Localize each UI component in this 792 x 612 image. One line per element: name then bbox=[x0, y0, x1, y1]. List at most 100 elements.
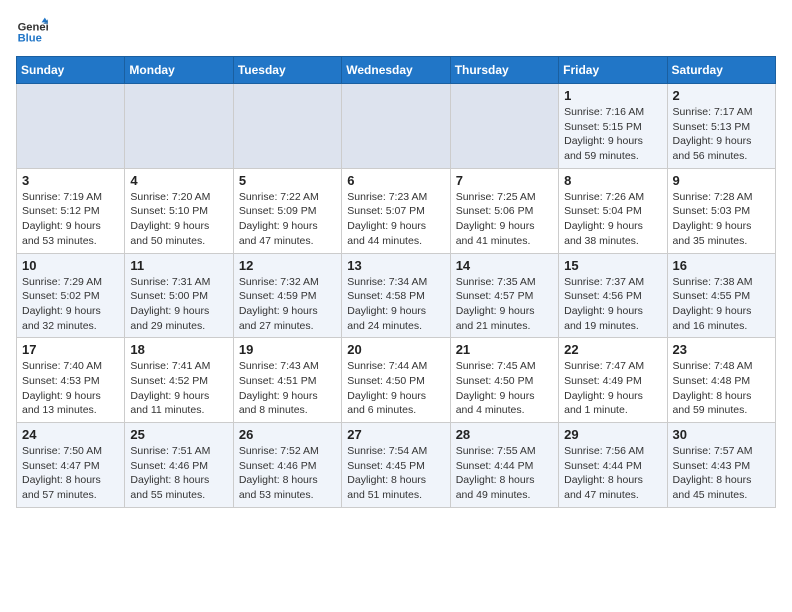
day-number: 11 bbox=[130, 258, 227, 273]
calendar-cell: 2 Sunrise: 7:17 AM Sunset: 5:13 PM Daylig… bbox=[667, 84, 775, 169]
calendar-week-row: 3 Sunrise: 7:19 AM Sunset: 5:12 PM Daylig… bbox=[17, 168, 776, 253]
calendar-cell: 21 Sunrise: 7:45 AM Sunset: 4:50 PM Dayli… bbox=[450, 338, 558, 423]
calendar-cell bbox=[125, 84, 233, 169]
calendar-cell: 5Sunrise: 7:22 AM Sunset: 5:09 PM Daylig… bbox=[233, 168, 341, 253]
day-number: 9 bbox=[673, 173, 770, 188]
calendar-cell: 23 Sunrise: 7:48 AM Sunset: 4:48 PM Dayli… bbox=[667, 338, 775, 423]
day-info: Sunrise: 7:31 AM Sunset: 5:00 PM Dayligh… bbox=[130, 275, 227, 334]
weekday-header: Wednesday bbox=[342, 57, 450, 84]
calendar-cell: 22 Sunrise: 7:47 AM Sunset: 4:49 PM Dayli… bbox=[559, 338, 667, 423]
day-number: 2 bbox=[673, 88, 770, 103]
day-number: 15 bbox=[564, 258, 661, 273]
weekday-header: Thursday bbox=[450, 57, 558, 84]
day-info: Sunrise: 7:22 AM Sunset: 5:09 PM Dayligh… bbox=[239, 190, 336, 249]
day-info: Sunrise: 7:55 AM Sunset: 4:44 PM Dayligh… bbox=[456, 444, 553, 503]
weekday-header: Tuesday bbox=[233, 57, 341, 84]
calendar-cell: 27 Sunrise: 7:54 AM Sunset: 4:45 PM Dayli… bbox=[342, 423, 450, 508]
calendar-cell: 10Sunrise: 7:29 AM Sunset: 5:02 PM Dayli… bbox=[17, 253, 125, 338]
day-info: Sunrise: 7:40 AM Sunset: 4:53 PM Dayligh… bbox=[22, 359, 119, 418]
day-info: Sunrise: 7:44 AM Sunset: 4:50 PM Dayligh… bbox=[347, 359, 444, 418]
day-number: 14 bbox=[456, 258, 553, 273]
logo-icon: General Blue bbox=[16, 16, 48, 48]
calendar-cell: 17 Sunrise: 7:40 AM Sunset: 4:53 PM Dayli… bbox=[17, 338, 125, 423]
day-info: Sunrise: 7:37 AM Sunset: 4:56 PM Dayligh… bbox=[564, 275, 661, 334]
calendar-cell: 9 Sunrise: 7:28 AM Sunset: 5:03 PM Daylig… bbox=[667, 168, 775, 253]
calendar-cell: 19 Sunrise: 7:43 AM Sunset: 4:51 PM Dayli… bbox=[233, 338, 341, 423]
calendar-cell: 1 Sunrise: 7:16 AM Sunset: 5:15 PM Daylig… bbox=[559, 84, 667, 169]
calendar-body: 1 Sunrise: 7:16 AM Sunset: 5:15 PM Daylig… bbox=[17, 84, 776, 508]
calendar-cell: 28 Sunrise: 7:55 AM Sunset: 4:44 PM Dayli… bbox=[450, 423, 558, 508]
day-number: 19 bbox=[239, 342, 336, 357]
calendar-table: SundayMondayTuesdayWednesdayThursdayFrid… bbox=[16, 56, 776, 508]
calendar-cell: 16 Sunrise: 7:38 AM Sunset: 4:55 PM Dayli… bbox=[667, 253, 775, 338]
day-info: Sunrise: 7:57 AM Sunset: 4:43 PM Dayligh… bbox=[673, 444, 770, 503]
day-number: 1 bbox=[564, 88, 661, 103]
day-info: Sunrise: 7:20 AM Sunset: 5:10 PM Dayligh… bbox=[130, 190, 227, 249]
logo: General Blue bbox=[16, 16, 52, 48]
calendar-cell: 11 Sunrise: 7:31 AM Sunset: 5:00 PM Dayli… bbox=[125, 253, 233, 338]
calendar-cell bbox=[17, 84, 125, 169]
calendar-cell: 24 Sunrise: 7:50 AM Sunset: 4:47 PM Dayli… bbox=[17, 423, 125, 508]
calendar-cell bbox=[342, 84, 450, 169]
day-number: 27 bbox=[347, 427, 444, 442]
calendar-week-row: 17 Sunrise: 7:40 AM Sunset: 4:53 PM Dayli… bbox=[17, 338, 776, 423]
calendar-week-row: 1 Sunrise: 7:16 AM Sunset: 5:15 PM Daylig… bbox=[17, 84, 776, 169]
day-number: 4 bbox=[130, 173, 227, 188]
svg-text:General: General bbox=[18, 21, 48, 33]
day-number: 30 bbox=[673, 427, 770, 442]
day-info: Sunrise: 7:56 AM Sunset: 4:44 PM Dayligh… bbox=[564, 444, 661, 503]
calendar-cell: 29Sunrise: 7:56 AM Sunset: 4:44 PM Dayli… bbox=[559, 423, 667, 508]
day-info: Sunrise: 7:47 AM Sunset: 4:49 PM Dayligh… bbox=[564, 359, 661, 418]
day-info: Sunrise: 7:45 AM Sunset: 4:50 PM Dayligh… bbox=[456, 359, 553, 418]
day-info: Sunrise: 7:28 AM Sunset: 5:03 PM Dayligh… bbox=[673, 190, 770, 249]
day-number: 24 bbox=[22, 427, 119, 442]
weekday-header: Saturday bbox=[667, 57, 775, 84]
day-info: Sunrise: 7:19 AM Sunset: 5:12 PM Dayligh… bbox=[22, 190, 119, 249]
day-number: 28 bbox=[456, 427, 553, 442]
day-info: Sunrise: 7:54 AM Sunset: 4:45 PM Dayligh… bbox=[347, 444, 444, 503]
day-info: Sunrise: 7:26 AM Sunset: 5:04 PM Dayligh… bbox=[564, 190, 661, 249]
page-header: General Blue bbox=[16, 16, 776, 48]
calendar-cell: 14Sunrise: 7:35 AM Sunset: 4:57 PM Dayli… bbox=[450, 253, 558, 338]
day-info: Sunrise: 7:38 AM Sunset: 4:55 PM Dayligh… bbox=[673, 275, 770, 334]
calendar-cell: 15 Sunrise: 7:37 AM Sunset: 4:56 PM Dayli… bbox=[559, 253, 667, 338]
calendar-cell: 13Sunrise: 7:34 AM Sunset: 4:58 PM Dayli… bbox=[342, 253, 450, 338]
calendar-week-row: 24 Sunrise: 7:50 AM Sunset: 4:47 PM Dayli… bbox=[17, 423, 776, 508]
calendar-cell: 12Sunrise: 7:32 AM Sunset: 4:59 PM Dayli… bbox=[233, 253, 341, 338]
calendar-cell: 18Sunrise: 7:41 AM Sunset: 4:52 PM Dayli… bbox=[125, 338, 233, 423]
day-number: 18 bbox=[130, 342, 227, 357]
weekday-row: SundayMondayTuesdayWednesdayThursdayFrid… bbox=[17, 57, 776, 84]
day-number: 25 bbox=[130, 427, 227, 442]
calendar-cell bbox=[450, 84, 558, 169]
day-number: 20 bbox=[347, 342, 444, 357]
day-info: Sunrise: 7:16 AM Sunset: 5:15 PM Dayligh… bbox=[564, 105, 661, 164]
day-number: 23 bbox=[673, 342, 770, 357]
day-info: Sunrise: 7:52 AM Sunset: 4:46 PM Dayligh… bbox=[239, 444, 336, 503]
calendar-cell bbox=[233, 84, 341, 169]
day-number: 3 bbox=[22, 173, 119, 188]
weekday-header: Monday bbox=[125, 57, 233, 84]
calendar-cell: 25 Sunrise: 7:51 AM Sunset: 4:46 PM Dayli… bbox=[125, 423, 233, 508]
calendar-cell: 26Sunrise: 7:52 AM Sunset: 4:46 PM Dayli… bbox=[233, 423, 341, 508]
day-number: 16 bbox=[673, 258, 770, 273]
day-number: 22 bbox=[564, 342, 661, 357]
calendar-cell: 6 Sunrise: 7:23 AM Sunset: 5:07 PM Daylig… bbox=[342, 168, 450, 253]
day-info: Sunrise: 7:51 AM Sunset: 4:46 PM Dayligh… bbox=[130, 444, 227, 503]
day-info: Sunrise: 7:50 AM Sunset: 4:47 PM Dayligh… bbox=[22, 444, 119, 503]
day-info: Sunrise: 7:29 AM Sunset: 5:02 PM Dayligh… bbox=[22, 275, 119, 334]
day-number: 17 bbox=[22, 342, 119, 357]
calendar-header: SundayMondayTuesdayWednesdayThursdayFrid… bbox=[17, 57, 776, 84]
day-info: Sunrise: 7:25 AM Sunset: 5:06 PM Dayligh… bbox=[456, 190, 553, 249]
day-info: Sunrise: 7:48 AM Sunset: 4:48 PM Dayligh… bbox=[673, 359, 770, 418]
day-number: 21 bbox=[456, 342, 553, 357]
svg-text:Blue: Blue bbox=[18, 33, 42, 45]
day-info: Sunrise: 7:17 AM Sunset: 5:13 PM Dayligh… bbox=[673, 105, 770, 164]
calendar-cell: 7Sunrise: 7:25 AM Sunset: 5:06 PM Daylig… bbox=[450, 168, 558, 253]
day-info: Sunrise: 7:43 AM Sunset: 4:51 PM Dayligh… bbox=[239, 359, 336, 418]
weekday-header: Sunday bbox=[17, 57, 125, 84]
day-number: 8 bbox=[564, 173, 661, 188]
day-info: Sunrise: 7:34 AM Sunset: 4:58 PM Dayligh… bbox=[347, 275, 444, 334]
day-number: 6 bbox=[347, 173, 444, 188]
calendar-week-row: 10Sunrise: 7:29 AM Sunset: 5:02 PM Dayli… bbox=[17, 253, 776, 338]
day-info: Sunrise: 7:23 AM Sunset: 5:07 PM Dayligh… bbox=[347, 190, 444, 249]
